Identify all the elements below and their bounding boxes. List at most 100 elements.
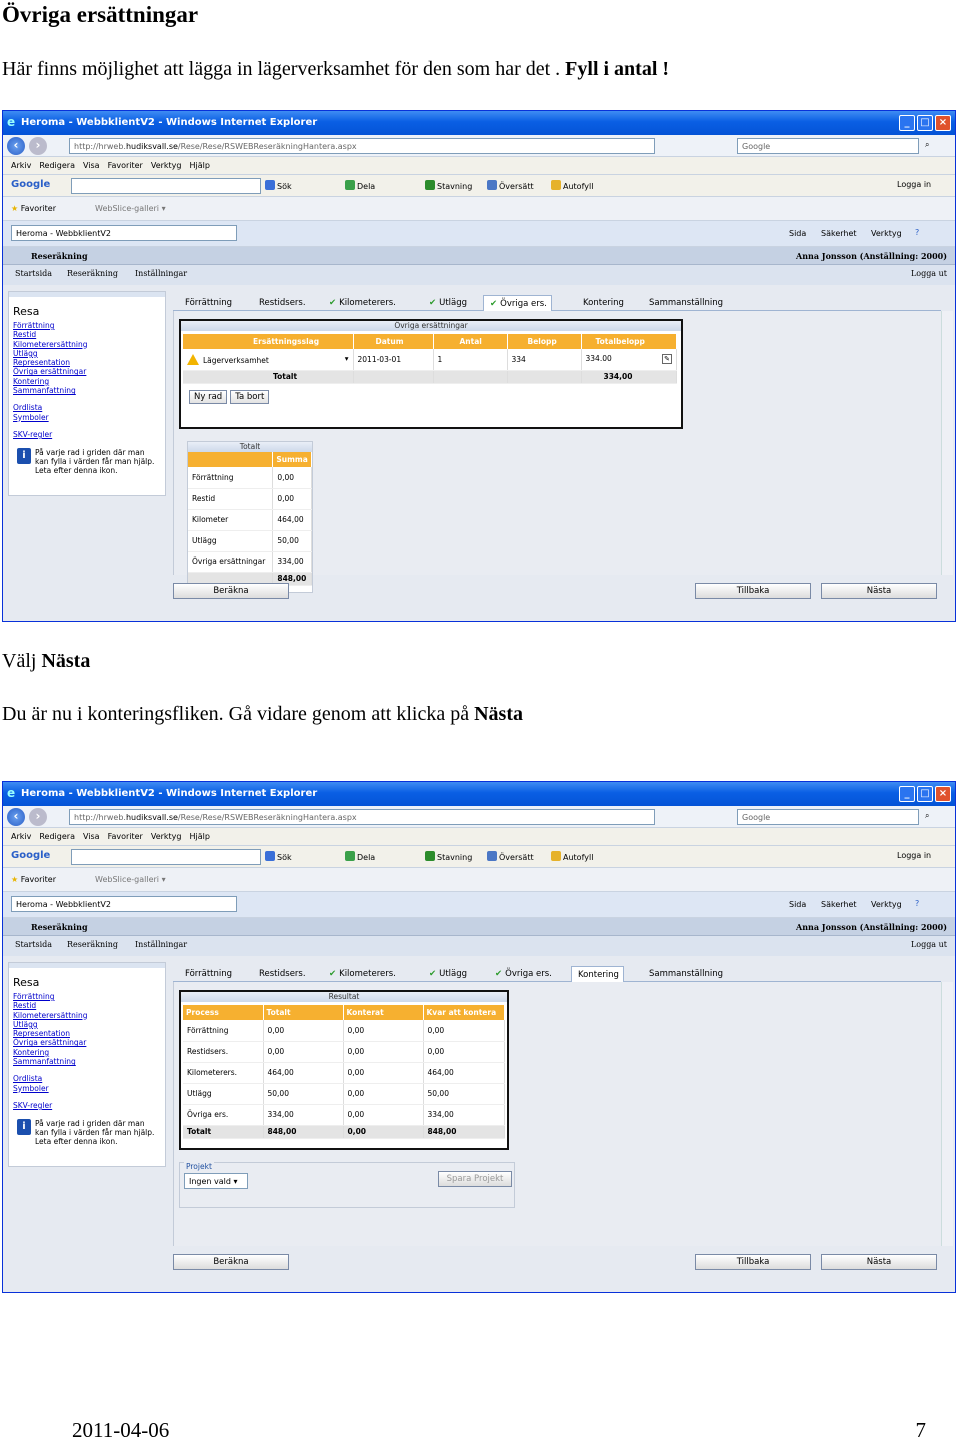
tab-forrattning[interactable]: Förrättning [179,966,236,982]
link-ovriga[interactable]: Övriga ersättningar [13,367,165,376]
link-forrattning[interactable]: Förrättning [13,321,165,330]
minimize-icon[interactable]: _ [899,786,915,802]
tab-kontering[interactable]: Kontering [577,295,628,311]
google-dela[interactable]: Dela [345,180,375,191]
tab-restidsers[interactable]: Restidsers. [253,966,310,982]
google-search-input[interactable] [71,849,261,865]
close-icon[interactable]: × [935,115,951,131]
nav-logga-ut[interactable]: Logga ut [911,940,947,949]
cmd-verktyg[interactable]: Verktyg [871,900,902,909]
menu-redigera[interactable]: Redigera [39,161,75,170]
webslice-button[interactable]: WebSlice-galleri ▾ [95,875,166,884]
maximize-icon[interactable]: □ [917,786,933,802]
link-kontering[interactable]: Kontering [13,377,165,386]
link-restid[interactable]: Restid [13,1001,165,1010]
nasta-button[interactable]: Nästa [821,583,937,599]
google-dela[interactable]: Dela [345,851,375,862]
help-icon[interactable]: ? [915,899,919,908]
link-representation[interactable]: Representation [13,358,165,367]
favoriter-button[interactable]: ★ Favoriter [11,875,56,884]
link-kontering[interactable]: Kontering [13,1048,165,1057]
search-input[interactable]: Google [737,809,919,825]
tab-forrattning[interactable]: Förrättning [179,295,236,311]
cmd-sakerhet[interactable]: Säkerhet [821,229,857,238]
google-logga-in[interactable]: Logga in [897,180,931,189]
cmd-sakerhet[interactable]: Säkerhet [821,900,857,909]
menu-verktyg[interactable]: Verktyg [151,161,182,170]
browser-tab[interactable]: Heroma - WebbklientV2 [11,225,237,241]
nav-logga-ut[interactable]: Logga ut [911,269,947,278]
webslice-button[interactable]: WebSlice-galleri ▾ [95,204,166,213]
scrollbar[interactable] [941,311,953,575]
google-autofyll[interactable]: Autofyll [551,180,593,191]
berakna-button[interactable]: Beräkna [173,1254,289,1270]
nav-installningar[interactable]: Inställningar [135,269,187,278]
menu-arkiv[interactable]: Arkiv [11,832,31,841]
tillbaka-button[interactable]: Tillbaka [695,583,811,599]
spara-projekt-button[interactable]: Spara Projekt [438,1171,512,1187]
link-skv[interactable]: SKV-regler [13,430,165,439]
cmd-sida[interactable]: Sida [789,900,806,909]
menu-verktyg[interactable]: Verktyg [151,832,182,841]
tab-sammanstallning[interactable]: Sammanställning [643,295,727,311]
tab-ovriga-ers[interactable]: ✔ Övriga ers. [489,966,556,982]
url-input[interactable]: http://hrweb.hudiksvall.se/Rese/Rese/RSW… [69,809,655,825]
nav-startsida[interactable]: Startsida [15,940,52,949]
google-search-input[interactable] [71,178,261,194]
menu-favoriter[interactable]: Favoriter [108,161,143,170]
cmd-verktyg[interactable]: Verktyg [871,229,902,238]
help-icon[interactable]: ? [915,228,919,237]
menu-hjalp[interactable]: Hjälp [190,161,210,170]
forward-icon[interactable]: › [29,137,47,155]
link-representation[interactable]: Representation [13,1029,165,1038]
tab-restidsers[interactable]: Restidsers. [253,295,310,311]
menu-visa[interactable]: Visa [83,161,100,170]
link-sammanfattning[interactable]: Sammanfattning [13,1057,165,1066]
tab-kilometerers[interactable]: ✔ Kilometerers. [323,966,400,982]
favoriter-button[interactable]: ★ Favoriter [11,204,56,213]
projekt-select[interactable]: Ingen vald ▾ [184,1173,248,1189]
tab-utlagg[interactable]: ✔ Utlägg [423,966,471,982]
close-icon[interactable]: × [935,786,951,802]
search-icon[interactable]: ⌕ [925,140,929,150]
google-sok[interactable]: Sök [265,851,292,862]
link-utlagg[interactable]: Utlägg [13,349,165,358]
link-restid[interactable]: Restid [13,330,165,339]
tab-sammanstallning[interactable]: Sammanställning [643,966,727,982]
tab-kilometerers[interactable]: ✔ Kilometerers. [323,295,400,311]
berakna-button[interactable]: Beräkna [173,583,289,599]
link-utlagg[interactable]: Utlägg [13,1020,165,1029]
minimize-icon[interactable]: _ [899,115,915,131]
link-ordlista[interactable]: Ordlista [13,403,165,412]
link-symboler[interactable]: Symboler [13,1084,165,1093]
search-input[interactable]: Google [737,138,919,154]
tillbaka-button[interactable]: Tillbaka [695,1254,811,1270]
cell-slag[interactable]: Lägerverksamhet ▾ [183,349,354,371]
google-stavning[interactable]: Stavning [425,851,472,862]
nasta-button[interactable]: Nästa [821,1254,937,1270]
google-logga-in[interactable]: Logga in [897,851,931,860]
menu-visa[interactable]: Visa [83,832,100,841]
link-kilometer[interactable]: Kilometerersättning [13,1011,165,1020]
table-row[interactable]: Lägerverksamhet ▾ 2011-03-01 1 334 334.00… [183,349,677,371]
link-kilometer[interactable]: Kilometerersättning [13,340,165,349]
cell-antal[interactable]: 1 [433,349,508,371]
google-sok[interactable]: Sök [265,180,292,191]
google-oversatt[interactable]: Översätt [487,180,534,191]
link-skv[interactable]: SKV-regler [13,1101,165,1110]
url-input[interactable]: http://hrweb.hudiksvall.se/Rese/Rese/RSW… [69,138,655,154]
ny-rad-button[interactable]: Ny rad [189,389,228,404]
menu-favoriter[interactable]: Favoriter [108,832,143,841]
cell-datum[interactable]: 2011-03-01 [353,349,434,371]
nav-reserakning[interactable]: Reseräkning [67,940,118,949]
browser-tab[interactable]: Heroma - WebbklientV2 [11,896,237,912]
tab-kontering[interactable]: Kontering [571,966,624,982]
link-ordlista[interactable]: Ordlista [13,1074,165,1083]
menu-hjalp[interactable]: Hjälp [190,832,210,841]
maximize-icon[interactable]: □ [917,115,933,131]
back-icon[interactable]: ‹ [7,137,25,155]
scrollbar[interactable] [941,982,953,1246]
link-symboler[interactable]: Symboler [13,413,165,422]
tab-ovriga-ers[interactable]: ✔ Övriga ers. [483,295,552,311]
note-icon[interactable]: ✎ [662,354,672,365]
